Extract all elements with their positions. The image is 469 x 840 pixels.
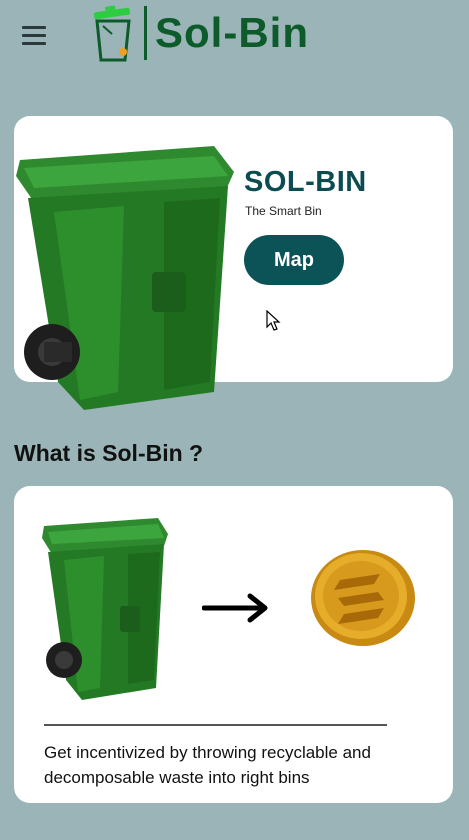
hamburger-menu-icon[interactable] bbox=[22, 26, 46, 46]
logo-text: Sol-Bin bbox=[155, 9, 309, 56]
trash-bin-logo-icon bbox=[93, 5, 131, 62]
section-title: What is Sol-Bin ? bbox=[14, 440, 204, 466]
hero-subtitle: The Smart Bin bbox=[245, 204, 322, 218]
brand-logo[interactable]: Sol-Bin bbox=[88, 4, 309, 62]
map-button[interactable]: Map bbox=[244, 235, 344, 285]
green-wheelie-bin-image bbox=[16, 146, 234, 410]
mouse-cursor-icon bbox=[266, 310, 281, 331]
gold-sol-coin-image bbox=[311, 550, 415, 646]
right-arrow-icon bbox=[202, 593, 268, 623]
logo-separator bbox=[144, 6, 147, 60]
header: Sol-Bin bbox=[0, 0, 469, 80]
divider bbox=[44, 724, 387, 726]
green-wheelie-bin-image bbox=[42, 518, 168, 700]
info-description: Get incentivized by throwing recyclable … bbox=[44, 743, 371, 787]
hero-title: SOL-BIN bbox=[244, 166, 367, 198]
